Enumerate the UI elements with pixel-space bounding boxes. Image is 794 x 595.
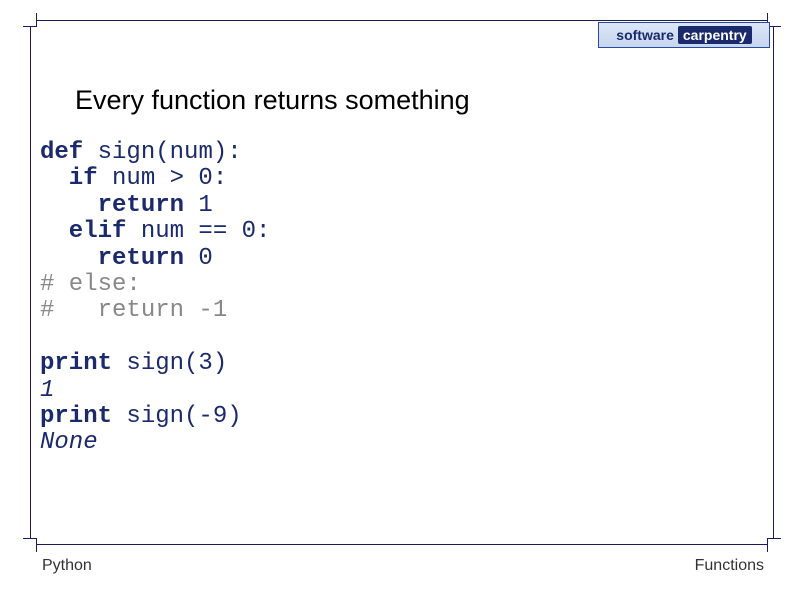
code-l11b: sign(-9) [112, 403, 242, 430]
code-l2b: num > 0: [98, 165, 228, 192]
kw-return1: return [40, 192, 184, 219]
footer-right: Functions [695, 557, 764, 575]
kw-elif: elif [40, 218, 126, 245]
output-none: None [40, 429, 98, 456]
slide-title: Every function returns something [75, 85, 470, 116]
comment-else: # else: [40, 271, 141, 298]
logo-text-software: software [616, 27, 674, 43]
corner-br [767, 538, 781, 552]
kw-if: if [40, 165, 98, 192]
code-block: def sign(num): if num > 0: return 1 elif… [40, 140, 270, 457]
code-l9b: sign(3) [112, 350, 227, 377]
output-1: 1 [40, 377, 54, 404]
code-l3b: 1 [184, 192, 213, 219]
code-l1b: sign(num): [83, 139, 241, 166]
corner-tl [23, 13, 37, 27]
logo-text-carpentry: carpentry [678, 26, 752, 44]
kw-print2: print [40, 403, 112, 430]
kw-print1: print [40, 350, 112, 377]
corner-bl [23, 538, 37, 552]
footer-left: Python [42, 557, 92, 575]
software-carpentry-logo: software carpentry [598, 22, 770, 48]
code-l4b: num == 0: [126, 218, 270, 245]
kw-return2: return [40, 245, 184, 272]
code-l5b: 0 [184, 245, 213, 272]
kw-def: def [40, 139, 83, 166]
comment-return: # return -1 [40, 297, 227, 324]
